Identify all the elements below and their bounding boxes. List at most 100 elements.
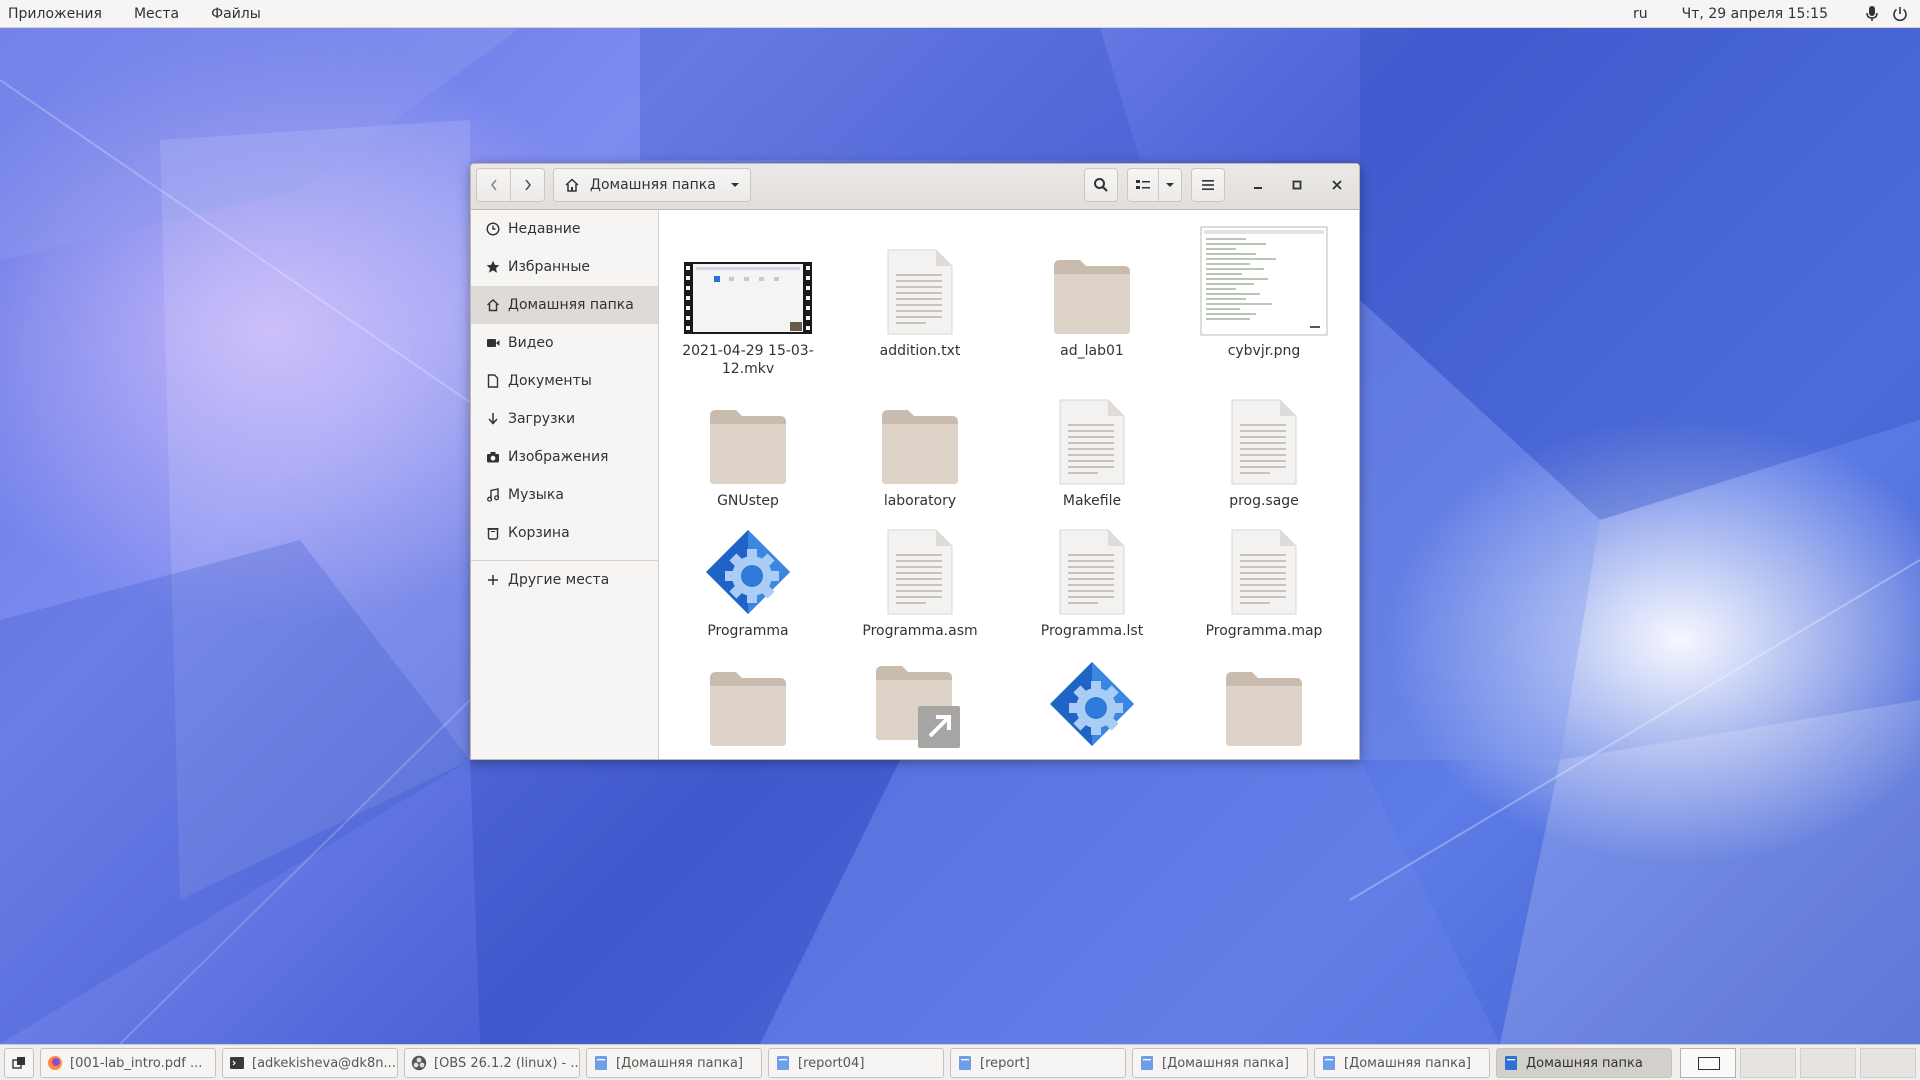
view-toggle-button[interactable]: [1127, 168, 1159, 202]
taskbar-item[interactable]: [report04]: [768, 1048, 944, 1078]
taskbar-item[interactable]: [Домашняя папка]: [1314, 1048, 1490, 1078]
close-button[interactable]: [1323, 171, 1351, 199]
taskbar-item[interactable]: [OBS 26.1.2 (linux) - ...: [404, 1048, 580, 1078]
text-file-icon: [1028, 390, 1156, 486]
taskbar-item[interactable]: [Домашняя папка]: [586, 1048, 762, 1078]
workspace-3[interactable]: [1800, 1048, 1856, 1078]
files-icon: [775, 1055, 791, 1071]
image-thumbnail-icon: [1200, 226, 1328, 336]
sidebar-item-label: Недавние: [508, 221, 581, 237]
file-item[interactable]: Makefile: [1006, 390, 1178, 510]
show-desktop-button[interactable]: [4, 1048, 34, 1078]
camera-icon: [485, 449, 501, 465]
folder-link-icon: [856, 652, 984, 748]
document-icon: [485, 373, 501, 389]
download-icon: [485, 411, 501, 427]
top-bar: Приложения Места Файлы ru Чт, 29 апреля …: [0, 0, 1920, 28]
sidebar-item-trash[interactable]: Корзина: [471, 514, 658, 552]
file-name: Programma.asm: [862, 623, 978, 639]
files-icon: [957, 1055, 973, 1071]
sidebar-item-music[interactable]: Музыка: [471, 476, 658, 514]
main-menu-button[interactable]: [1191, 168, 1225, 202]
file-name: 2021-04-29 15-03-12.mkv: [682, 343, 814, 377]
file-item[interactable]: [1178, 652, 1350, 754]
taskbar-item-label: Домашняя папка: [1526, 1055, 1643, 1071]
text-file-icon: [856, 240, 984, 336]
file-name: Programma.map: [1205, 623, 1323, 639]
trash-icon: [485, 525, 501, 541]
path-bar-button[interactable]: Домашняя папка: [553, 168, 751, 202]
file-item[interactable]: [662, 652, 834, 754]
home-icon: [565, 178, 579, 192]
sidebar-item-other-places[interactable]: Другие места: [471, 561, 658, 599]
view-options-button[interactable]: [1158, 168, 1182, 202]
taskbar-item-active[interactable]: Домашняя папка: [1496, 1048, 1672, 1078]
folder-icon: [1200, 652, 1328, 748]
workspace-1[interactable]: [1680, 1048, 1736, 1078]
file-item[interactable]: Programma.lst: [1006, 520, 1178, 640]
sidebar-item-pictures[interactable]: Изображения: [471, 438, 658, 476]
file-item[interactable]: cybvjr.png: [1178, 226, 1350, 360]
maximize-button[interactable]: [1283, 171, 1311, 199]
maximize-icon: [1292, 180, 1302, 190]
sidebar-item-home[interactable]: Домашняя папка: [471, 286, 658, 324]
minimize-button[interactable]: [1244, 171, 1272, 199]
close-icon: [1332, 180, 1342, 190]
workspace-4[interactable]: [1860, 1048, 1916, 1078]
places-menu[interactable]: Места: [126, 6, 191, 22]
window-list-taskbar: [001-lab_intro.pdf ... [adkekisheva@dk8n…: [0, 1044, 1920, 1080]
folder-icon: [856, 390, 984, 486]
taskbar-item[interactable]: [report]: [950, 1048, 1126, 1078]
applications-menu[interactable]: Приложения: [0, 6, 114, 22]
file-name: prog.sage: [1229, 493, 1299, 509]
taskbar-item-label: [Домашняя папка]: [1344, 1055, 1471, 1071]
sidebar-item-downloads[interactable]: Загрузки: [471, 400, 658, 438]
taskbar-item-label: [OBS 26.1.2 (linux) - ...: [434, 1055, 580, 1071]
file-item[interactable]: ad_lab01: [1006, 240, 1178, 360]
sidebar-item-recent[interactable]: Недавние: [471, 210, 658, 248]
minimize-icon: [1254, 187, 1262, 189]
sidebar-item-videos[interactable]: Видео: [471, 324, 658, 362]
workspace-2[interactable]: [1740, 1048, 1796, 1078]
file-icon-view: 2021-04-29 15-03-12.mkv addition.txt ad_…: [660, 210, 1359, 759]
folder-icon: [684, 390, 812, 486]
clock[interactable]: Чт, 29 апреля 15:15: [1682, 6, 1828, 22]
file-item[interactable]: GNUstep: [662, 390, 834, 510]
file-item[interactable]: 2021-04-29 15-03-12.mkv: [662, 240, 834, 378]
file-name: cybvjr.png: [1227, 343, 1301, 359]
power-icon[interactable]: [1886, 0, 1914, 28]
video-thumbnail-icon: [684, 240, 812, 336]
obs-icon: [411, 1055, 427, 1071]
search-button[interactable]: [1084, 168, 1118, 202]
executable-icon: [684, 520, 812, 616]
sidebar-item-label: Видео: [508, 335, 554, 351]
sidebar-item-documents[interactable]: Документы: [471, 362, 658, 400]
file-item[interactable]: Programma.map: [1178, 520, 1350, 640]
file-item[interactable]: [834, 652, 1006, 754]
file-item[interactable]: [1006, 652, 1178, 754]
file-item[interactable]: Programma: [662, 520, 834, 640]
back-button[interactable]: [476, 168, 511, 202]
executable-icon: [1028, 652, 1156, 748]
list-view-icon: [1136, 180, 1150, 189]
files-app-menu[interactable]: Файлы: [203, 6, 273, 22]
taskbar-item[interactable]: [Домашняя папка]: [1132, 1048, 1308, 1078]
taskbar-item[interactable]: [adkekisheva@dk8n...: [222, 1048, 398, 1078]
keyboard-layout-indicator[interactable]: ru: [1633, 6, 1648, 22]
file-name: Makefile: [1062, 493, 1122, 509]
header-bar: Домашняя папка: [471, 164, 1359, 210]
file-item[interactable]: laboratory: [834, 390, 1006, 510]
file-item[interactable]: Programma.asm: [834, 520, 1006, 640]
chevron-left-icon: [490, 179, 497, 191]
sidebar-item-label: Документы: [508, 373, 592, 389]
file-item[interactable]: addition.txt: [834, 240, 1006, 360]
file-name: Programma: [707, 623, 789, 639]
files-icon: [593, 1055, 609, 1071]
microphone-icon[interactable]: [1858, 0, 1886, 28]
firefox-icon: [47, 1055, 63, 1071]
file-item[interactable]: prog.sage: [1178, 390, 1350, 510]
sidebar-item-starred[interactable]: Избранные: [471, 248, 658, 286]
sidebar-item-label: Загрузки: [508, 411, 576, 427]
forward-button[interactable]: [510, 168, 545, 202]
taskbar-item[interactable]: [001-lab_intro.pdf ...: [40, 1048, 216, 1078]
